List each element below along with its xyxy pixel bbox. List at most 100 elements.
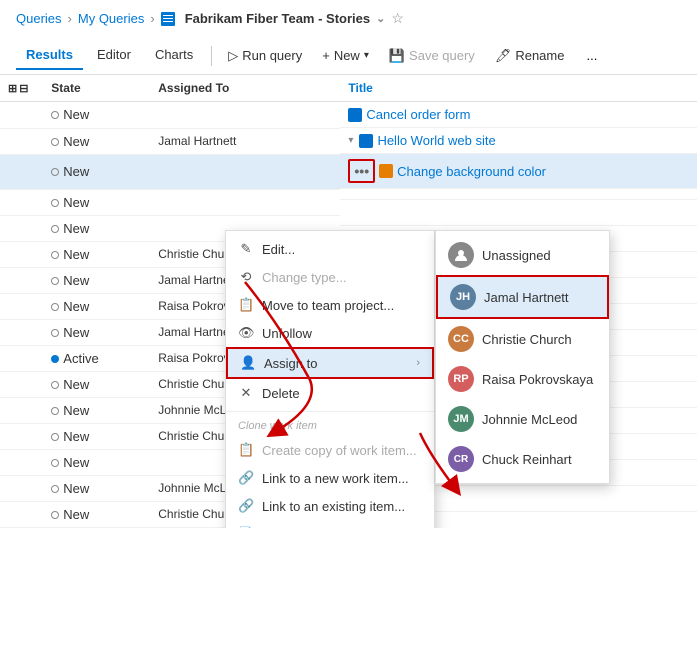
bug-icon <box>379 164 393 178</box>
work-item-title-link[interactable]: Cancel order form <box>366 107 470 122</box>
row-state: New <box>43 371 150 397</box>
chuck-avatar: CR <box>448 446 474 472</box>
link-new-icon: 🔗 <box>238 470 254 486</box>
menu-item-assign-to[interactable]: 👤Assign to› <box>226 347 434 379</box>
tab-charts[interactable]: Charts <box>145 41 203 70</box>
context-menu: ✎ Edit... ⟲Change type... 📋 Move to team pro… <box>225 230 435 528</box>
menu-item-unfollow[interactable]: 👁 Unfollow <box>226 319 434 347</box>
table-row: New Cancel order form <box>0 102 697 129</box>
delete-label: Delete <box>262 386 300 401</box>
unassigned-avatar <box>448 242 474 268</box>
assign-user-chuck[interactable]: CR Chuck Reinhart <box>436 439 609 479</box>
table-row: New <box>0 189 697 215</box>
menu-item-delete[interactable]: ✕ Delete <box>226 379 434 407</box>
breadcrumb-sep2: › <box>150 11 154 26</box>
breadcrumb-queries[interactable]: Queries <box>16 11 62 26</box>
row-state: New <box>43 501 150 527</box>
assign-to-icon: 👤 <box>240 355 256 371</box>
menu-item-copy-html[interactable]: 📄Copy as HTML <box>226 520 434 528</box>
expand-arrow-icon[interactable]: ▾ <box>348 135 353 146</box>
row-expand <box>0 128 43 154</box>
work-item-title-link[interactable]: Hello World web site <box>377 133 495 148</box>
row-state: New <box>43 397 150 423</box>
assign-to-submenu: UnassignedJHJamal HartnettCCChristie Chu… <box>435 230 610 484</box>
assign-user-jamal[interactable]: JHJamal Hartnett <box>436 275 609 319</box>
breadcrumb-my-queries[interactable]: My Queries <box>78 11 144 26</box>
menu-item-link-new[interactable]: 🔗 Link to a new work item... <box>226 464 434 492</box>
row-context-menu-button[interactable]: ••• <box>348 159 375 183</box>
row-expand <box>0 501 43 527</box>
row-expand <box>0 449 43 475</box>
col-header-title[interactable]: Title <box>340 75 697 102</box>
plus-icon: + <box>322 48 330 63</box>
row-state: New <box>43 102 150 129</box>
row-assigned <box>150 154 340 189</box>
row-state: New <box>43 293 150 319</box>
raisa-avatar: RP <box>448 366 474 392</box>
create-copy-icon: 📋 <box>238 442 254 458</box>
assign-to-label: Assign to <box>264 356 317 371</box>
assign-user-christie[interactable]: CCChristie Church <box>436 319 609 359</box>
breadcrumb-current: Fabrikam Fiber Team - Stories ⌄ <box>185 11 386 26</box>
chevron-down-icon: ▾ <box>364 50 369 61</box>
move-to-label: Move to team project... <box>262 298 394 313</box>
work-item-title-link[interactable]: Change background color <box>397 164 546 179</box>
new-button[interactable]: + New ▾ <box>314 44 377 67</box>
run-query-button[interactable]: ▷ Run query <box>220 44 310 68</box>
row-expand <box>0 319 43 345</box>
col-header-state[interactable]: State <box>43 75 150 102</box>
menu-item-move-to[interactable]: 📋 Move to team project... <box>226 291 434 319</box>
breadcrumb-sep1: › <box>68 11 72 26</box>
story-icon <box>359 134 373 148</box>
chuck-name: Chuck Reinhart <box>482 452 572 467</box>
move-to-icon: 📋 <box>238 297 254 313</box>
row-state: New <box>43 423 150 449</box>
row-expand <box>0 215 43 241</box>
toolbar: Results Editor Charts ▷ Run query + New … <box>0 37 697 75</box>
menu-item-change-type: ⟲Change type... <box>226 263 434 291</box>
results-table: ⊞⊟ State Assigned To Title NewCancel ord… <box>0 75 697 528</box>
create-copy-label: Create copy of work item... <box>262 443 417 458</box>
menu-item-edit[interactable]: ✎ Edit... <box>226 235 434 263</box>
edit-icon: ✎ <box>238 241 254 257</box>
assign-user-raisa[interactable]: RP Raisa Pokrovskaya <box>436 359 609 399</box>
row-title <box>340 215 697 226</box>
row-assigned <box>150 189 340 215</box>
delete-icon: ✕ <box>238 385 254 401</box>
row-expand <box>0 154 43 189</box>
unfollow-icon: 👁 <box>238 325 254 341</box>
chevron-down-icon[interactable]: ⌄ <box>376 12 385 25</box>
jamal-name: Jamal Hartnett <box>484 290 569 305</box>
tab-results[interactable]: Results <box>16 41 83 70</box>
save-query-button[interactable]: 💾 Save query <box>381 44 483 68</box>
edit-label: Edit... <box>262 242 295 257</box>
assign-user-unassigned[interactable]: Unassigned <box>436 235 609 275</box>
favorite-star-icon[interactable]: ☆ <box>391 10 404 27</box>
row-expand <box>0 267 43 293</box>
rename-button[interactable]: 🖊 Rename <box>487 44 573 68</box>
tab-editor[interactable]: Editor <box>87 41 141 70</box>
row-expand <box>0 371 43 397</box>
menu-item-create-copy: 📋 Create copy of work item... <box>226 436 434 464</box>
raisa-name: Raisa Pokrovskaya <box>482 372 593 387</box>
menu-section-header: Clone work item <box>226 416 434 436</box>
col-header-assigned[interactable]: Assigned To <box>150 75 340 102</box>
menu-item-link-existing[interactable]: 🔗Link to an existing item... <box>226 492 434 520</box>
unfollow-label: Unfollow <box>262 326 312 341</box>
toolbar-separator <box>211 46 212 66</box>
link-new-label: Link to a new work item... <box>262 471 409 486</box>
save-icon: 💾 <box>389 48 405 64</box>
assign-user-johnnie[interactable]: JMJohnnie McLeod <box>436 399 609 439</box>
breadcrumb: Queries › My Queries › Fabrikam Fiber Te… <box>0 0 697 37</box>
row-title <box>340 189 697 200</box>
row-assigned <box>150 102 340 129</box>
table-icon <box>161 12 175 26</box>
row-title: Cancel order form <box>340 102 697 128</box>
row-expand <box>0 345 43 371</box>
row-state: New <box>43 215 150 241</box>
row-expand <box>0 475 43 501</box>
johnnie-name: Johnnie McLeod <box>482 412 577 427</box>
more-options-button[interactable]: ... <box>580 44 603 67</box>
row-title: ••• Change background color <box>340 154 697 189</box>
row-expand <box>0 397 43 423</box>
